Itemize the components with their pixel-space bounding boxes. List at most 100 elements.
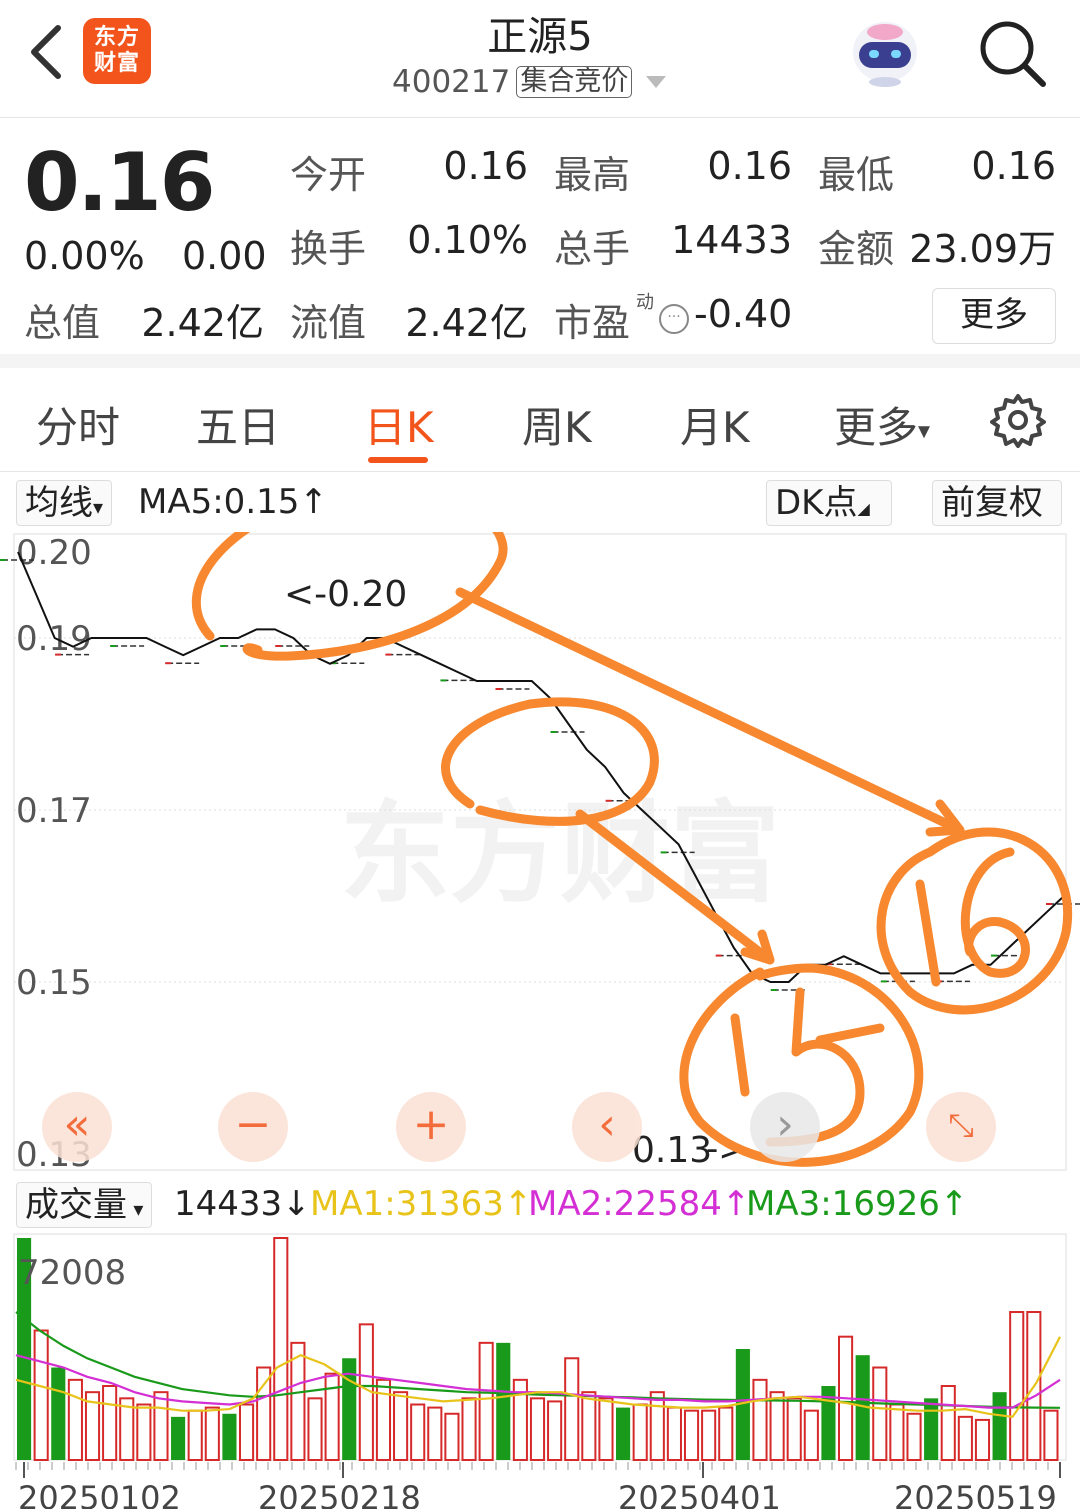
tab-more-caret-icon: ▾ [918,416,931,445]
low-value: 0.16 [971,144,1056,188]
volume-bar [171,1416,186,1460]
tab-monthly-k[interactable]: 月K [680,394,750,455]
ma2-readout: MA2:22584↑ [528,1184,750,1224]
tab-weekly-k[interactable]: 周K [522,394,592,455]
scroll-far-left-icon[interactable]: « [42,1092,112,1162]
stock-code-row[interactable]: 400217 集合竞价 [392,64,667,100]
ma3-value: MA3:16926 [746,1184,940,1224]
open-value: 0.16 [443,144,528,188]
tab-more-label: 更多 [834,403,919,452]
kline-chart[interactable]: 东方财富 0.20 0.19 0.17 0.15 0.13 <-0.20 0.13 ->… [0,483,1080,1182]
ma5-up-arrow-icon: ↑ [299,482,328,522]
tab-daily-k[interactable]: 日K [364,394,434,455]
volume-chart[interactable]: 72008 20250102 20250218 20250401 2025051… [0,1232,1080,1509]
adjust-button[interactable]: 前复权 [932,480,1062,526]
float-cap-value: 2.42亿 [405,301,528,345]
volume-select-label: 成交量 [25,1185,127,1225]
ma3-up-arrow-icon: ↑ [939,1184,969,1224]
volume-bar [992,1392,1007,1460]
volume-bar [222,1413,237,1460]
tab-more[interactable]: 更多▾ [834,394,930,455]
quote-panel: 0.16 0.00% 0.00 今开 0.16 最高 0.16 最低 0.16 … [0,118,1080,368]
price-tick-label: 0.17 [16,791,92,831]
search-icon[interactable] [975,16,1049,90]
price-tick-label: 0.15 [16,963,92,1003]
high-label: 最高 [554,153,631,197]
zoom-in-icon[interactable]: + [396,1092,466,1162]
high-marker: <-0.20 [284,574,407,615]
volume-bar [924,1398,939,1460]
kline-chart-svg: 东方财富 0.200.190.170.150.13 <-0.20 0.13 -> [0,483,1080,1175]
settings-gear-icon[interactable] [990,392,1046,448]
price-tick-label: 0.19 [16,619,92,659]
volume-select-caret-icon: ▾ [127,1197,144,1221]
indicator-row: 均线▾ MA5:0.15↑ DK点◢ 前复权 [0,476,1080,532]
ma-select-label: 均线 [25,483,93,523]
amount-value: 23.09万 [909,227,1056,271]
volume-down-arrow-icon: ↓ [282,1184,311,1224]
volume-value: 14433 [671,218,792,262]
volume-select[interactable]: 成交量 ▾ [16,1182,153,1228]
date-label-2: 20250218 [258,1479,421,1509]
date-label-1: 20250102 [18,1479,181,1509]
dk-point-button[interactable]: DK点◢ [766,480,892,526]
date-label-4: 20250519 [894,1479,1057,1509]
volume-bar [51,1367,66,1460]
pe-dynamic-mark: 动 [636,292,654,313]
zoom-out-icon[interactable]: − [218,1092,288,1162]
ma5-readout: MA5:0.15↑ [138,482,328,522]
ma5-value: MA5:0.15 [138,482,300,522]
ma3-readout: MA3:16926↑ [746,1184,968,1224]
change-value: 0.00 [182,234,267,278]
volume-chart-svg: 72008 20250102 20250218 20250401 2025051… [13,1233,1067,1509]
chart-period-tabs: 分时 五日 日K 周K 月K 更多▾ [0,368,1080,472]
volume-bar [616,1407,631,1460]
dropdown-caret-icon[interactable] [646,76,667,88]
stock-name: 正源5 [487,14,593,60]
market-cap-value: 2.42亿 [141,301,264,345]
low-marker: 0.13 [632,1130,712,1171]
tab-five-day[interactable]: 五日 [196,394,280,455]
scroll-right-icon[interactable]: › [750,1092,820,1162]
turnover-label: 换手 [290,227,367,271]
volume-label: 总手 [554,227,631,271]
eastmoney-logo: 东方 财富 [83,18,151,84]
dk-corner-icon: ◢ [857,499,870,518]
fullscreen-icon[interactable]: ⤡ [926,1092,996,1162]
volume-readout: 14433↓ [174,1184,311,1224]
volume-value: 14433 [174,1184,283,1224]
ma-select[interactable]: 均线▾ [16,480,113,526]
tab-intraday[interactable]: 分时 [36,394,120,455]
assistant-robot-icon[interactable] [845,12,925,92]
active-tab-indicator [368,457,428,463]
scroll-left-icon[interactable]: ‹ [572,1092,642,1162]
market-cap-label: 总值 [24,301,101,345]
back-icon[interactable] [22,22,72,82]
ma-select-caret-icon: ▾ [93,495,104,519]
amount-label: 金额 [818,227,895,271]
high-value: 0.16 [707,144,792,188]
open-label: 今开 [290,153,367,197]
date-axis-ticks [15,1462,1061,1478]
ma2-value: MA2:22584 [528,1184,722,1224]
ma1-value: MA1:31363 [310,1184,504,1224]
pe-label: 市盈 [554,301,631,345]
date-label-3: 20250401 [618,1479,781,1509]
float-cap-label: 流值 [290,301,367,345]
more-quote-button[interactable]: 更多 [932,288,1056,344]
dk-point-label: DK点 [775,483,858,523]
low-label: 最低 [818,153,895,197]
last-price: 0.16 [24,136,215,229]
pe-value: -0.40 [694,292,793,336]
auction-tag: 集合竞价 [516,66,633,98]
change-percent: 0.00% [24,234,145,278]
volume-max-label: 72008 [18,1253,126,1293]
ma1-readout: MA1:31363↑ [310,1184,532,1224]
turnover-value: 0.10% [407,218,528,262]
price-tick-label: 0.20 [16,533,92,573]
top-bar: 东方 财富 正源5 400217 集合竞价 [0,0,1080,118]
volume-bar [496,1342,511,1460]
stock-code: 400217 [392,64,511,100]
watermark-eastmoney: 东方财富 [340,790,780,918]
info-dots-icon[interactable]: ··· [659,304,689,334]
